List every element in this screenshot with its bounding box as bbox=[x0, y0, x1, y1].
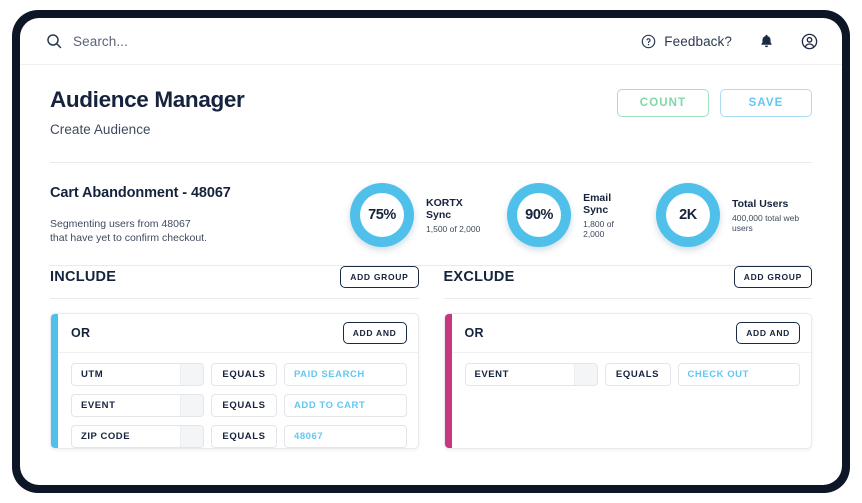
include-add-group-button[interactable]: ADD GROUP bbox=[340, 266, 419, 288]
rule-attribute-select[interactable]: ZIP CODE bbox=[71, 425, 204, 448]
bell-icon[interactable] bbox=[758, 33, 775, 50]
search-bar[interactable] bbox=[46, 33, 641, 49]
exclude-divider bbox=[443, 298, 812, 299]
include-divider bbox=[50, 298, 419, 299]
rule-operator-select[interactable]: EQUALS bbox=[211, 363, 277, 386]
stat-label: Email Sync bbox=[583, 191, 612, 216]
stat-item: 90% Email Sync 1,800 of 2,000 bbox=[507, 183, 631, 247]
stat-item: 75% KORTX Sync 1,500 of 2,000 bbox=[350, 183, 482, 247]
include-rule-list: UTM EQUALS PAID SEARCH EVENT EQUALS ADD … bbox=[58, 353, 418, 448]
feedback-button[interactable]: Feedback? bbox=[641, 34, 732, 49]
exclude-column: EXCLUDE ADD GROUP OR ADD AND EVENT EQUAL… bbox=[443, 266, 812, 449]
rule-row: EVENT EQUALS ADD TO CART bbox=[71, 394, 407, 417]
exclude-group-header: OR ADD AND bbox=[451, 314, 811, 353]
rule-attribute-select[interactable]: UTM bbox=[71, 363, 204, 386]
top-bar: Feedback? bbox=[20, 18, 842, 65]
page-heading-block: Audience Manager Create Audience bbox=[50, 87, 245, 137]
rule-row: EVENT EQUALS CHECK OUT bbox=[464, 363, 800, 386]
stat-text: KORTX Sync 1,500 of 2,000 bbox=[426, 197, 482, 234]
exclude-title: EXCLUDE bbox=[443, 269, 515, 285]
stat-list: 75% KORTX Sync 1,500 of 2,000 90% Email … bbox=[350, 183, 812, 247]
include-header: INCLUDE ADD GROUP bbox=[50, 266, 419, 298]
stat-sublabel: 400,000 total web users bbox=[731, 212, 800, 233]
audience-summary: Cart Abandonment - 48067 Segmenting user… bbox=[50, 163, 812, 265]
rule-attribute-select[interactable]: EVENT bbox=[464, 363, 598, 386]
rule-value-input[interactable]: CHECK OUT bbox=[677, 363, 800, 386]
stat-sublabel: 1,500 of 2,000 bbox=[426, 223, 481, 234]
page-header: Audience Manager Create Audience COUNT S… bbox=[50, 87, 812, 137]
include-add-and-button[interactable]: ADD AND bbox=[342, 322, 407, 344]
page-subtitle: Create Audience bbox=[50, 122, 151, 137]
rule-value-input[interactable]: PAID SEARCH bbox=[284, 363, 407, 386]
user-circle-icon[interactable] bbox=[801, 33, 818, 50]
rule-row: UTM EQUALS PAID SEARCH bbox=[71, 363, 407, 386]
device-frame: Feedback? bbox=[12, 10, 850, 493]
stat-label: KORTX Sync bbox=[426, 196, 463, 221]
header-actions: COUNT SAVE bbox=[617, 89, 812, 117]
app-window: Feedback? bbox=[20, 18, 842, 485]
audience-description-line-2: that have yet to confirm checkout. bbox=[50, 232, 207, 244]
top-bar-actions: Feedback? bbox=[641, 33, 818, 50]
exclude-rule-list: EVENT EQUALS CHECK OUT bbox=[452, 353, 812, 386]
audience-description: Segmenting users from 48067 that have ye… bbox=[50, 217, 350, 245]
rule-attribute-select[interactable]: EVENT bbox=[71, 394, 204, 417]
page-content: Audience Manager Create Audience COUNT S… bbox=[20, 65, 842, 485]
count-button[interactable]: COUNT bbox=[617, 89, 709, 117]
stat-text: Total Users 400,000 total web users bbox=[732, 198, 812, 233]
segment-columns: INCLUDE ADD GROUP OR ADD AND UTM EQUALS … bbox=[50, 266, 812, 449]
donut-value: 75% bbox=[360, 193, 404, 237]
question-circle-icon bbox=[641, 34, 656, 49]
rule-operator-select[interactable]: EQUALS bbox=[211, 425, 277, 448]
exclude-header: EXCLUDE ADD GROUP bbox=[443, 266, 812, 298]
donut-chart: 2K bbox=[655, 183, 720, 247]
audience-description-line-1: Segmenting users from 48067 bbox=[50, 218, 191, 230]
include-accent-bar bbox=[51, 314, 58, 448]
donut-chart: 90% bbox=[507, 183, 572, 247]
feedback-label: Feedback? bbox=[664, 33, 732, 49]
exclude-group-operator: OR bbox=[464, 326, 484, 340]
include-title: INCLUDE bbox=[50, 269, 117, 285]
exclude-accent-bar bbox=[444, 314, 452, 448]
include-group-card: OR ADD AND UTM EQUALS PAID SEARCH EVENT … bbox=[50, 313, 419, 449]
audience-info: Cart Abandonment - 48067 Segmenting user… bbox=[50, 185, 350, 245]
exclude-add-group-button[interactable]: ADD GROUP bbox=[733, 266, 812, 288]
stat-text: Email Sync 1,800 of 2,000 bbox=[583, 192, 631, 239]
exclude-group-body: OR ADD AND EVENT EQUALS CHECK OUT bbox=[451, 314, 812, 448]
exclude-group-card: OR ADD AND EVENT EQUALS CHECK OUT bbox=[443, 313, 812, 449]
rule-value-input[interactable]: ADD TO CART bbox=[284, 394, 407, 417]
rule-value-input[interactable]: 48067 bbox=[284, 425, 407, 448]
rule-operator-select[interactable]: EQUALS bbox=[604, 363, 671, 386]
exclude-add-and-button[interactable]: ADD AND bbox=[736, 322, 800, 344]
include-column: INCLUDE ADD GROUP OR ADD AND UTM EQUALS … bbox=[50, 266, 419, 449]
save-button[interactable]: SAVE bbox=[720, 89, 812, 117]
rule-operator-select[interactable]: EQUALS bbox=[211, 394, 277, 417]
include-group-body: OR ADD AND UTM EQUALS PAID SEARCH EVENT … bbox=[58, 314, 418, 448]
search-icon bbox=[46, 33, 62, 49]
include-group-operator: OR bbox=[71, 326, 91, 340]
rule-row: ZIP CODE EQUALS 48067 bbox=[71, 425, 407, 448]
audience-name: Cart Abandonment - 48067 bbox=[50, 185, 231, 201]
include-group-header: OR ADD AND bbox=[58, 314, 418, 353]
page-title: Audience Manager bbox=[50, 87, 245, 112]
donut-value: 90% bbox=[517, 193, 562, 237]
donut-value: 2K bbox=[665, 193, 710, 237]
stat-sublabel: 1,800 of 2,000 bbox=[583, 218, 614, 239]
donut-chart: 75% bbox=[350, 183, 414, 247]
stat-item: 2K Total Users 400,000 total web users bbox=[655, 183, 812, 247]
search-input[interactable] bbox=[73, 33, 333, 49]
stat-label: Total Users bbox=[731, 197, 789, 210]
